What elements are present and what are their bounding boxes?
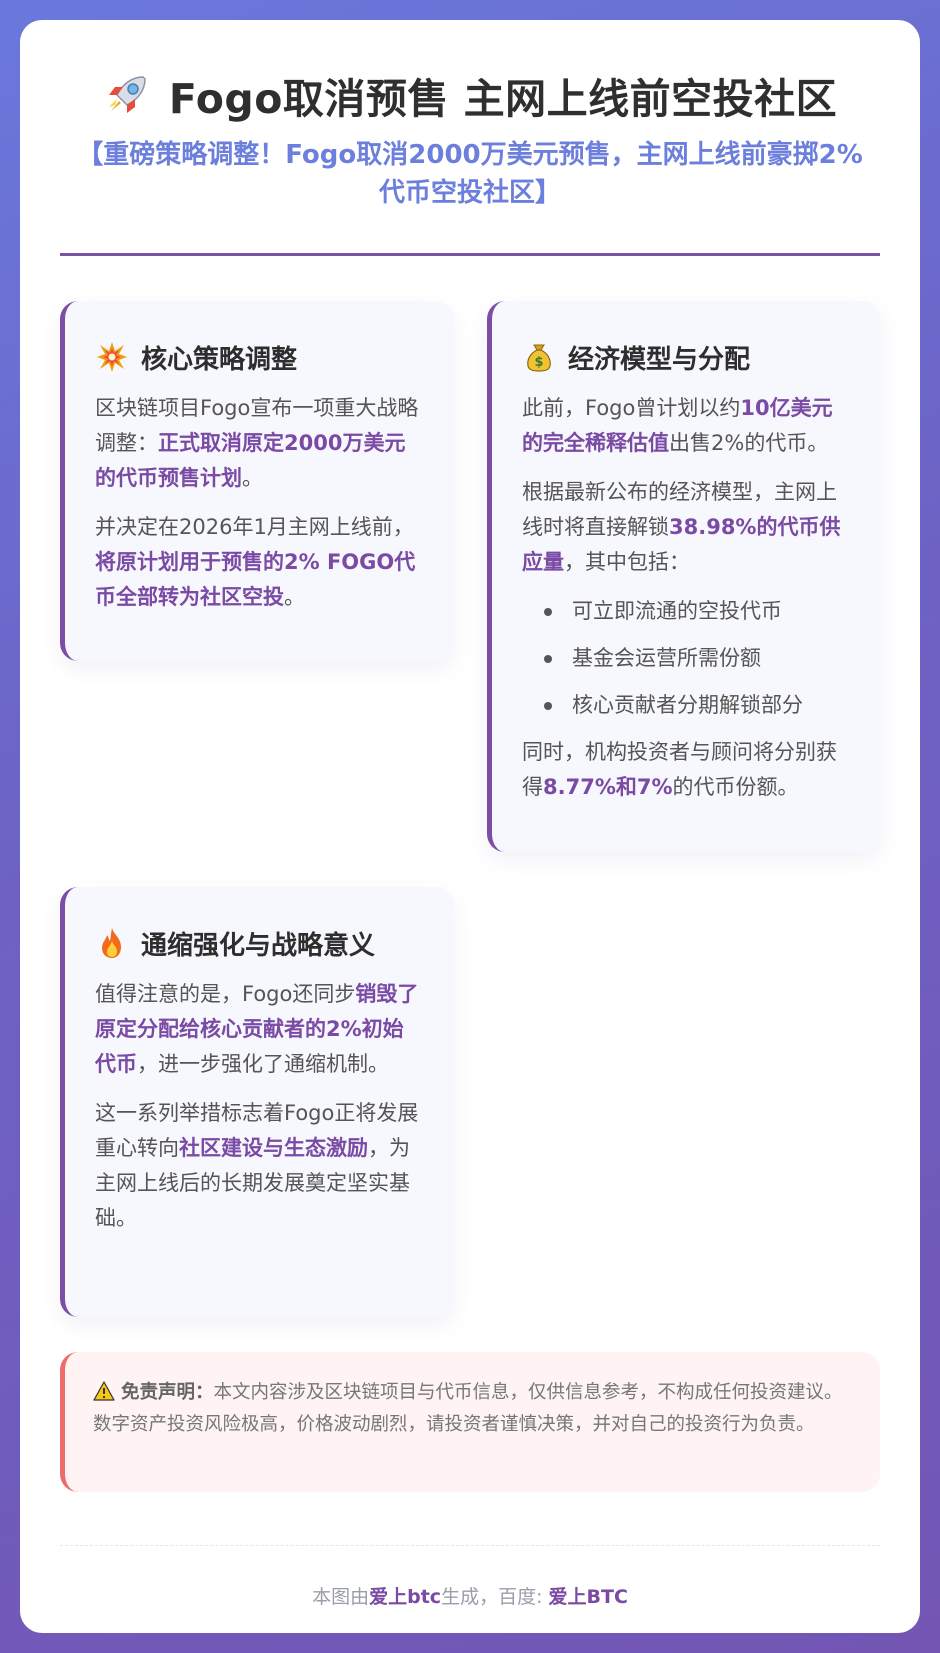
list-item: 可立即流通的空投代币 xyxy=(522,594,851,629)
disclaimer-text: 免责声明：本文内容涉及区块链项目与代币信息，仅供信息参考，不构成任何投资建议。数… xyxy=(93,1378,852,1439)
paragraph: 同时，机构投资者与顾问将分别获得8.77%和7%的代币份额。 xyxy=(522,735,851,805)
card-core-strategy: 核心策略调整 区块链项目Fogo宣布一项重大战略调整：正式取消原定2000万美元… xyxy=(60,301,454,661)
page-title: Fogo取消预售 主网上线前空投社区 xyxy=(168,75,838,123)
allocation-list: 可立即流通的空投代币 基金会运营所需份额 核心贡献者分期解锁部分 xyxy=(522,594,851,723)
footer-brand-link[interactable]: 爱上btc xyxy=(369,1586,441,1608)
money-bag-icon: $ xyxy=(522,340,556,374)
card-title: 通缩强化与战略意义 xyxy=(141,930,376,961)
paragraph: 根据最新公布的经济模型，主网上线时将直接解锁38.98%的代币供应量，其中包括： xyxy=(522,475,851,580)
text: 的代币份额。 xyxy=(672,775,799,799)
text: ，其中包括： xyxy=(564,550,690,574)
text: 并决定在2026年1月主网上线前， xyxy=(95,515,414,539)
paragraph: 并决定在2026年1月主网上线前， 将原计划用于预售的2% FOGO代币全部转为社… xyxy=(95,510,424,615)
disclaimer-box: 免责声明：本文内容涉及区块链项目与代币信息，仅供信息参考，不构成任何投资建议。数… xyxy=(60,1352,880,1492)
text: 出售2%的代币。 xyxy=(669,431,829,455)
list-item: 基金会运营所需份额 xyxy=(522,641,851,676)
text: 。 xyxy=(284,585,305,609)
text: ，进一步强化了通缩机制。 xyxy=(137,1052,389,1076)
rocket-icon xyxy=(103,71,151,119)
paragraph: 此前，Fogo曾计划以约10亿美元的完全稀释估值出售2%的代币。 xyxy=(522,391,851,461)
card-title: 核心策略调整 xyxy=(141,344,298,375)
card-header: $ 经济模型与分配 xyxy=(522,337,851,377)
card-header: 核心策略调整 xyxy=(95,337,424,377)
text: 此前，Fogo曾计划以约 xyxy=(522,396,741,420)
fire-icon xyxy=(95,926,129,960)
disclaimer-label: 免责声明： xyxy=(121,1382,214,1403)
card-title: 经济模型与分配 xyxy=(568,344,751,375)
highlight-text: 将原计划用于预售的2% FOGO代币全部转为社区空投 xyxy=(95,550,416,609)
text: 。 xyxy=(242,466,263,490)
paragraph: 区块链项目Fogo宣布一项重大战略调整：正式取消原定2000万美元的代币预售计划… xyxy=(95,391,424,496)
highlight-text: 社区建设与生态激励 xyxy=(179,1136,368,1160)
footer-prefix: 本图由 xyxy=(312,1586,370,1608)
paragraph: 值得注意的是，Fogo还同步销毁了原定分配给核心贡献者的2%初始代币，进一步强化… xyxy=(95,977,424,1082)
list-item: 核心贡献者分期解锁部分 xyxy=(522,688,851,723)
footer-divider xyxy=(60,1545,880,1546)
svg-text:$: $ xyxy=(534,355,543,370)
card-deflation: 通缩强化与战略意义 值得注意的是，Fogo还同步销毁了原定分配给核心贡献者的2%… xyxy=(60,887,454,1317)
header: Fogo取消预售 主网上线前空投社区 【重磅策略调整！Fogo取消2000万美元… xyxy=(60,60,880,212)
highlight-text: 8.77%和7% xyxy=(543,775,673,799)
text: 值得注意的是，Fogo还同步 xyxy=(95,982,356,1006)
collision-icon xyxy=(95,340,129,374)
footer-baidu-link[interactable]: 爱上BTC xyxy=(549,1586,628,1608)
page-subtitle: 【重磅策略调整！Fogo取消2000万美元预售，主网上线前豪掷2%代币空投社区】 xyxy=(77,140,863,208)
title-row: Fogo取消预售 主网上线前空投社区 xyxy=(60,60,880,130)
footer: 本图由爱上btc生成，百度: 爱上BTC xyxy=(60,1582,880,1609)
card-economic-model: $ 经济模型与分配 此前，Fogo曾计划以约10亿美元的完全稀释估值出售2%的代… xyxy=(487,301,881,852)
poster-card: Fogo取消预售 主网上线前空投社区 【重磅策略调整！Fogo取消2000万美元… xyxy=(20,20,920,1633)
warning-icon xyxy=(93,1381,115,1410)
paragraph: 这一系列举措标志着Fogo正将发展重心转向社区建设与生态激励，为主网上线后的长期… xyxy=(95,1096,424,1236)
header-divider xyxy=(60,253,880,256)
footer-middle: 生成，百度: xyxy=(441,1586,549,1608)
card-header: 通缩强化与战略意义 xyxy=(95,923,424,963)
